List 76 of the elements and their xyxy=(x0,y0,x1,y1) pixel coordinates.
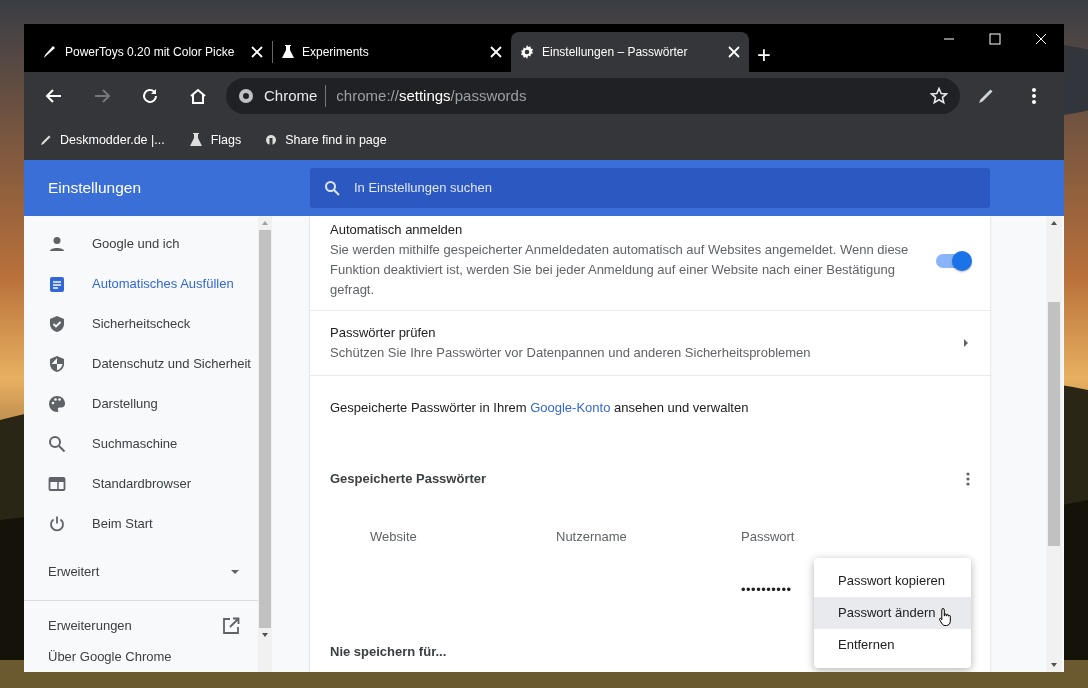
flask-icon xyxy=(281,44,295,60)
browser-tab[interactable]: PowerToys 0.20 mit Color Picke xyxy=(34,32,272,72)
scrollbar[interactable] xyxy=(258,216,272,672)
search-box[interactable]: In Einstellungen suchen xyxy=(310,168,990,208)
sidebar-item[interactable]: Standardbrowser xyxy=(24,464,258,504)
column-header: Nutzername xyxy=(556,528,628,547)
close-icon[interactable] xyxy=(1035,33,1047,45)
sidebar-item[interactable]: Automatisches Ausfüllen xyxy=(24,264,258,304)
close-icon[interactable] xyxy=(250,45,264,59)
setting-description: Schützen Sie Ihre Passwörter vor Datenpannen und anderen Sicherheitsproblemen xyxy=(330,343,812,362)
pen-icon xyxy=(42,44,58,60)
sidebar-item[interactable]: Sicherheitscheck xyxy=(24,304,258,344)
caret-icon xyxy=(230,567,240,577)
bookmark-link[interactable]: Flags xyxy=(210,130,242,150)
chevron-icon[interactable] xyxy=(962,338,970,348)
shield-icon xyxy=(48,355,66,373)
gear-icon xyxy=(519,44,535,60)
search-icon xyxy=(324,180,340,196)
column-header: Website xyxy=(370,528,418,547)
site-chip: Chrome xyxy=(264,84,327,108)
external-link-icon xyxy=(222,617,240,635)
shield-check-icon xyxy=(48,315,66,333)
password-dots: •••••••••• xyxy=(741,581,792,600)
close-icon[interactable] xyxy=(489,45,503,59)
about-link[interactable]: Über Google Chrome xyxy=(24,649,258,665)
search-field[interactable]: In Einstellungen suchen xyxy=(352,177,976,199)
site-icon xyxy=(265,134,278,146)
setting-title: Passwörter prüfen xyxy=(330,324,437,343)
power-icon xyxy=(48,515,66,533)
menu-item[interactable]: Passwort kopieren xyxy=(814,565,971,597)
sidebar-item[interactable]: Google und ich xyxy=(24,224,258,264)
sidebar-item[interactable]: Beim Start xyxy=(24,504,258,544)
address-bar[interactable]: Chrome chrome://settings/passwords xyxy=(226,78,960,114)
scrollbar[interactable] xyxy=(1046,216,1062,672)
section-title: Gespeicherte Passwörter xyxy=(330,469,487,488)
sidebar-item[interactable]: Datenschutz und Sicherheit xyxy=(24,344,258,384)
close-icon[interactable] xyxy=(727,45,741,59)
menu-item[interactable]: Entfernen xyxy=(814,629,971,661)
bookmark-link[interactable]: Deskmodder.de |... xyxy=(60,130,165,150)
account-text: Gespeicherte Passwörter in Ihrem Google-Konto ansehen und verwalten xyxy=(330,399,749,418)
url-host: settings xyxy=(398,86,451,104)
clipboard-icon xyxy=(48,275,66,293)
new-tab-button[interactable]: + xyxy=(757,44,771,68)
sidebar-item[interactable]: Darstellung xyxy=(24,384,258,424)
menu-item[interactable]: Passwort ändern xyxy=(814,597,971,629)
sidebar-item[interactable]: Suchmaschine xyxy=(24,424,258,464)
pen-icon xyxy=(40,134,52,146)
pen-icon[interactable] xyxy=(977,87,995,105)
advanced-section[interactable]: Erweitert xyxy=(24,544,258,600)
back-icon[interactable] xyxy=(45,87,63,105)
reload-icon[interactable] xyxy=(141,87,159,105)
palette-icon xyxy=(48,395,66,413)
page-title: Einstellungen xyxy=(47,178,143,199)
star-icon[interactable] xyxy=(930,87,948,105)
column-header: Passwort xyxy=(741,528,796,547)
account-link[interactable]: Google-Konto xyxy=(530,400,611,416)
browser-tab[interactable]: Einstellungen – Passwörter xyxy=(511,32,749,72)
hand-pointer-icon xyxy=(938,607,954,627)
search-icon xyxy=(48,435,66,453)
bookmark-link[interactable]: Share find in page xyxy=(285,130,387,150)
person-icon xyxy=(48,235,66,253)
more-icon[interactable] xyxy=(966,471,970,486)
maximize-icon[interactable] xyxy=(989,33,1001,45)
browser-logo-icon xyxy=(238,88,254,104)
home-icon[interactable] xyxy=(189,87,207,105)
setting-title: Automatisch anmelden xyxy=(330,221,464,239)
extensions-link[interactable]: Erweiterungen xyxy=(24,601,258,651)
toggle-switch[interactable] xyxy=(936,254,970,268)
setting-description: Sie werden mithilfe gespeicherter Anmeldedaten automatisch auf Websites angemeldet. Wenn diese Funktion deaktiviert ist, werden Sie bei jeder Anmeldung auf einer Website nach einer Bestätigung gefragt. xyxy=(330,240,910,299)
section-title: Nie speichern für... xyxy=(330,643,447,662)
flask-icon xyxy=(188,132,203,148)
url-path: /passwords xyxy=(450,86,527,104)
url-scheme: chrome:// xyxy=(336,86,399,104)
more-icon[interactable] xyxy=(1031,87,1037,105)
browser-tab[interactable]: Experiments xyxy=(273,32,511,72)
browser-window-icon xyxy=(48,475,66,493)
